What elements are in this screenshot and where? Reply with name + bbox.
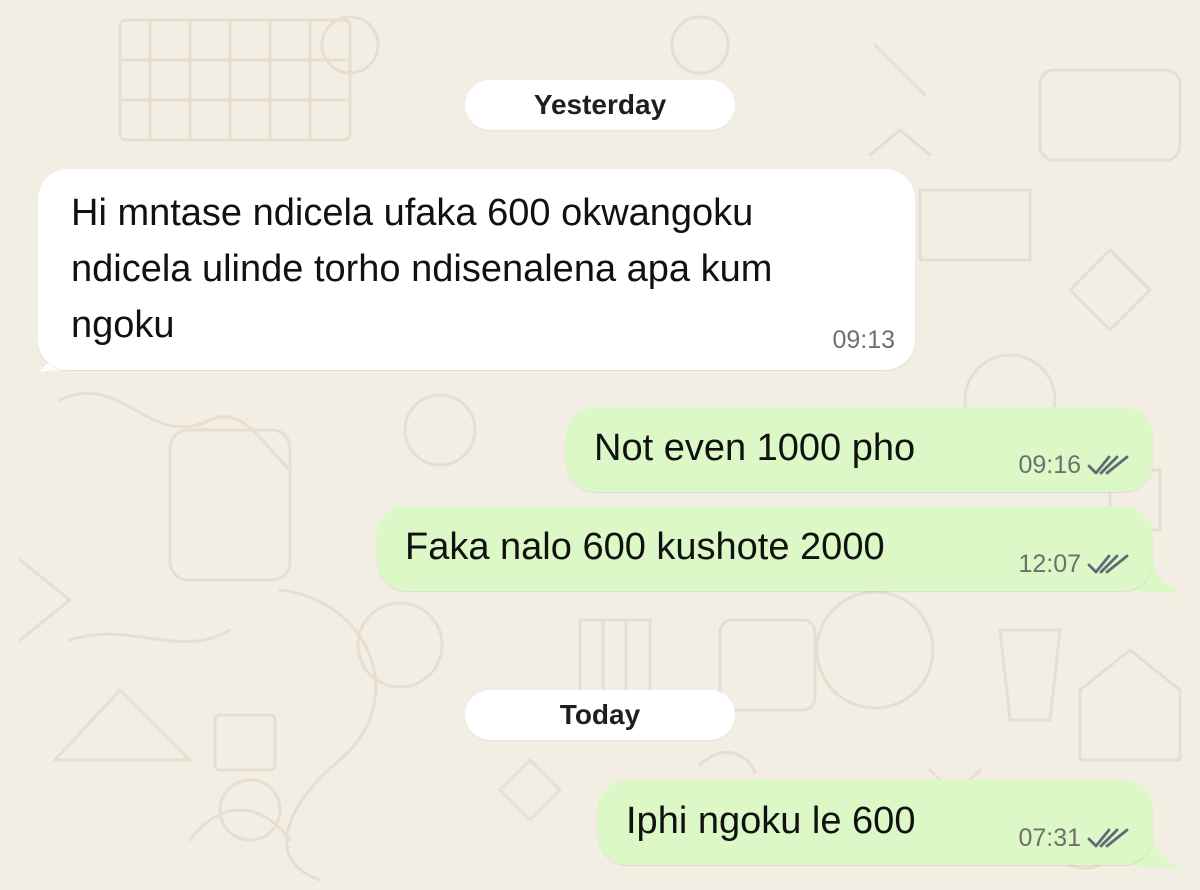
message-text: Not even 1000 pho [594, 427, 916, 469]
message-time: 09:13 [832, 326, 895, 354]
message-time: 07:31 [1018, 824, 1081, 852]
chat-thread: Yesterday Hi mntase ndicela ufaka 600 ok… [0, 0, 1200, 890]
message-text-line: Hi mntase ndicela ufaka 600 okwangoku [71, 192, 754, 234]
message-time: 09:16 [1018, 451, 1081, 479]
date-separator-yesterday: Yesterday [465, 80, 735, 130]
message-bubble-outgoing[interactable]: Faka nalo 600 kushote 2000 12:07 [377, 506, 1153, 591]
message-timestamp: 09:16 [1018, 450, 1129, 480]
message-text-line: ndicela ulinde torho ndisenalena apa kum [71, 248, 773, 290]
message-time: 12:07 [1018, 550, 1081, 578]
message-text: Iphi ngoku le 600 [626, 800, 916, 842]
double-check-icon [1087, 553, 1129, 575]
date-separator-today: Today [465, 690, 735, 740]
message-timestamp: 07:31 [1018, 823, 1129, 853]
message-bubble-outgoing[interactable]: Iphi ngoku le 600 07:31 [598, 780, 1153, 865]
message-timestamp: 09:13 [832, 325, 895, 355]
message-timestamp: 12:07 [1018, 549, 1129, 579]
message-text: Faka nalo 600 kushote 2000 [405, 526, 885, 568]
double-check-icon [1087, 454, 1129, 476]
message-bubble-outgoing[interactable]: Not even 1000 pho 09:16 [566, 407, 1153, 492]
message-bubble-incoming[interactable]: Hi mntase ndicela ufaka 600 okwangoku nd… [38, 169, 915, 370]
double-check-icon [1087, 827, 1129, 849]
message-text-line: ngoku [71, 304, 175, 346]
